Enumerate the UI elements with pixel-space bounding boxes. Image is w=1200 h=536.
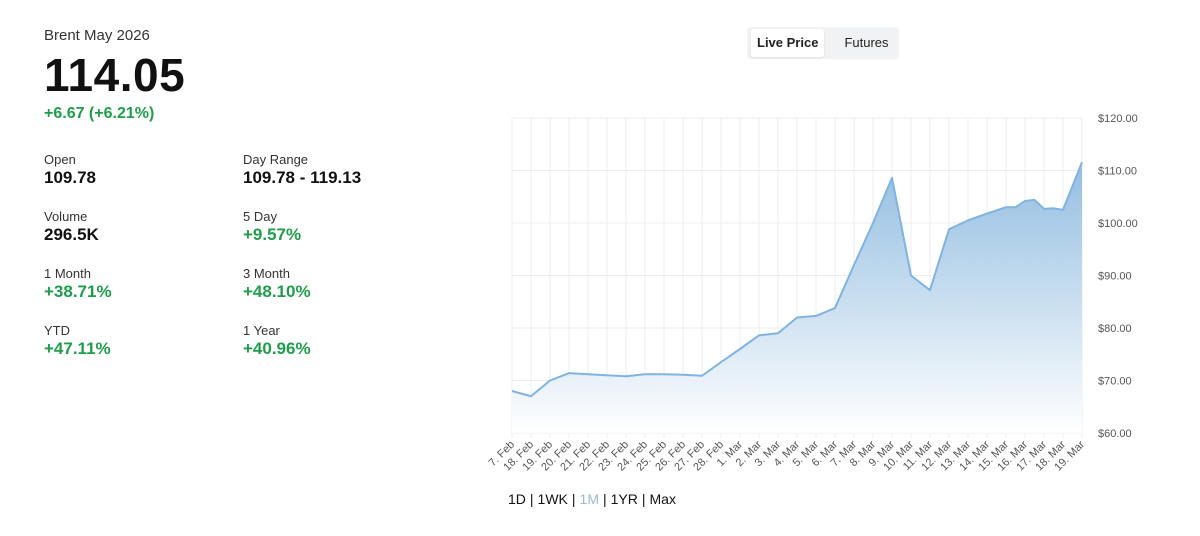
y-tick-label: $60.00 [1098, 428, 1132, 440]
x-axis-labels: 7. Feb18. Feb19. Feb20. Feb21. Feb22. Fe… [487, 438, 1088, 473]
range-1m-button[interactable]: 1M [580, 491, 599, 507]
y-axis-labels: $60.00 $70.00 $80.00 $90.00 $100.00 $110.00 $1… [1098, 113, 1138, 440]
range-separator: | [602, 491, 607, 507]
range-1wk-button[interactable]: 1WK [538, 491, 568, 507]
y-tick-label: $80.00 [1098, 323, 1132, 335]
range-1d-button[interactable]: 1D [508, 491, 526, 507]
range-separator: | [641, 491, 646, 507]
y-tick-label: $100.00 [1098, 218, 1138, 230]
price-chart: $60.00 $70.00 $80.00 $90.00 $100.00 $110.00 $1… [487, 113, 1138, 474]
range-max-button[interactable]: Max [650, 491, 676, 507]
y-tick-label: $120.00 [1098, 113, 1138, 125]
range-selector: 1D | 1WK | 1M | 1YR | Max [508, 490, 676, 508]
y-tick-label: $70.00 [1098, 376, 1132, 388]
range-separator: | [571, 491, 576, 507]
y-tick-label: $90.00 [1098, 271, 1132, 283]
range-separator: | [529, 491, 534, 507]
range-1yr-button[interactable]: 1YR [611, 491, 638, 507]
y-tick-label: $110.00 [1098, 166, 1137, 178]
